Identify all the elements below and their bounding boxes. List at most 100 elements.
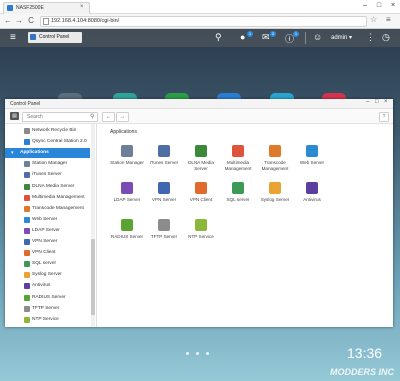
chevron-down-icon[interactable]: ▾ <box>11 150 14 156</box>
syslog-server-icon <box>269 182 281 194</box>
sql-server-icon <box>232 182 244 194</box>
page-dot[interactable] <box>206 352 209 355</box>
sidebar-item-transcode-management[interactable]: Transcode Management <box>5 204 90 214</box>
sidebar-item-web-server[interactable]: Web Server <box>5 215 90 225</box>
app-transcode-management[interactable]: Transcode Management <box>255 145 295 175</box>
tab-close-icon[interactable]: × <box>80 4 84 10</box>
taskbar-control-panel[interactable]: Control Panel <box>28 32 82 43</box>
back-button[interactable]: ← <box>3 15 13 27</box>
app-label: Station Manager <box>110 160 144 165</box>
app-label: Web Server <box>299 160 325 165</box>
control-panel-window: Control Panel – □ × ▤ ⚲ ← → ? Network Re… <box>5 99 393 327</box>
background-tasks-icon[interactable]: ● <box>240 32 245 42</box>
app-itunes-server[interactable]: iTunes Server <box>144 145 184 175</box>
minimize-button[interactable]: – <box>358 0 372 12</box>
browser-tab[interactable]: NASF2500E × <box>3 2 90 14</box>
search-box[interactable]: ⚲ <box>22 112 98 122</box>
forward-button[interactable]: → <box>14 15 24 27</box>
close-window-button[interactable]: × <box>386 0 400 12</box>
sidebar-item-radius-server[interactable]: RADIUS Server <box>5 293 90 303</box>
forward-arrow-button[interactable]: → <box>116 112 129 122</box>
url-field[interactable]: 192.168.4.104:8080/cgi-bin/ <box>40 16 367 27</box>
watermark-logo: MODDERS INC <box>330 367 395 377</box>
page-dot[interactable] <box>196 352 199 355</box>
user-avatar-icon[interactable]: ☺ <box>313 32 322 42</box>
ldap-server-icon <box>121 182 133 194</box>
main-menu-icon[interactable]: ≡ <box>10 32 16 43</box>
sidebar-item-syslog-server[interactable]: Syslog Server <box>5 270 90 280</box>
sidebar-item-label: RADIUS Server <box>32 294 66 300</box>
app-label: iTunes Server <box>149 160 179 165</box>
window-maximize-button[interactable]: □ <box>375 99 379 105</box>
app-vpn-server[interactable]: VPN Server <box>144 182 184 212</box>
sidebar-item-vpn-client[interactable]: VPN Client <box>5 248 90 258</box>
clock-time: 13:36 <box>347 345 383 361</box>
control-panel-titlebar[interactable]: Control Panel – □ × <box>5 99 393 109</box>
sidebar-item-antivirus[interactable]: Antivirus <box>5 281 90 291</box>
sidebar-item-label: Web Server <box>32 216 58 222</box>
window-minimize-button[interactable]: – <box>366 99 369 105</box>
sidebar-item-itunes-server[interactable]: iTunes Server <box>5 170 90 180</box>
bookmark-star-icon[interactable]: ☆ <box>370 15 377 24</box>
app-label: VPN Client <box>189 197 213 202</box>
sidebar-item-label: LDAP Server <box>32 227 60 233</box>
ldap-server-icon <box>24 227 30 234</box>
notifications-icon[interactable]: ✉ <box>262 32 270 43</box>
app-ldap-server[interactable]: LDAP Server <box>107 182 147 212</box>
app-web-server[interactable]: Web Server <box>292 145 332 175</box>
dashboard-icon[interactable]: ◷ <box>382 32 390 43</box>
search-input[interactable] <box>27 114 87 120</box>
more-options-icon[interactable]: ⋮ <box>366 32 375 43</box>
app-label: DLNA Media Server <box>188 160 214 171</box>
info-badge: 1 <box>293 31 299 37</box>
app-sql-server[interactable]: SQL server <box>218 182 258 212</box>
web-server-icon <box>306 145 318 157</box>
sidebar-item-qsync-central-station-2-0[interactable]: Qsync Central Station 2.0 <box>5 137 90 147</box>
app-ntp-service[interactable]: NTP Service <box>181 219 221 249</box>
sidebar-item-ntp-service[interactable]: NTP Service <box>5 315 90 325</box>
sidebar-item-multimedia-management[interactable]: Multimedia Management <box>5 193 90 203</box>
reload-button[interactable]: C <box>26 15 36 27</box>
search-icon[interactable]: ⚲ <box>215 32 222 43</box>
app-multimedia-management[interactable]: Multimedia Management <box>218 145 258 175</box>
multimedia-management-icon <box>24 194 30 201</box>
browser-menu-icon[interactable]: ≡ <box>386 15 391 24</box>
sidebar-item-vpn-server[interactable]: VPN Server <box>5 237 90 247</box>
qts-topbar: ≡ Control Panel ⚲ ● 1 ✉ 2 ⓘ 1 ☺ admin ▾ … <box>0 29 400 47</box>
vpn-client-icon <box>195 182 207 194</box>
app-label: TFTP Server <box>150 234 178 239</box>
vpn-server-icon <box>158 182 170 194</box>
app-syslog-server[interactable]: Syslog Server <box>255 182 295 212</box>
favicon-icon <box>7 5 13 11</box>
tab-title: NASF2500E <box>16 5 44 11</box>
app-station-manager[interactable]: Station Manager <box>107 145 147 175</box>
page-indicator[interactable] <box>186 351 216 357</box>
app-dlna-media-server[interactable]: DLNA Media Server <box>181 145 221 175</box>
user-menu[interactable]: admin ▾ <box>331 34 352 41</box>
sidebar-item-station-manager[interactable]: Station Manager <box>5 159 90 169</box>
multimedia-management-icon <box>232 145 244 157</box>
web-server-icon <box>24 216 30 223</box>
app-tftp-server[interactable]: TFTP Server <box>144 219 184 249</box>
sidebar-item-dlna-media-server[interactable]: DLNA Media Server <box>5 182 90 192</box>
home-icon[interactable]: ▤ <box>10 112 19 120</box>
search-icon[interactable]: ⚲ <box>90 113 94 120</box>
sidebar-item-label: SQL server <box>32 261 57 267</box>
sidebar-item-ldap-server[interactable]: LDAP Server <box>5 226 90 236</box>
dlna-media-server-icon <box>24 183 30 190</box>
page-dot[interactable] <box>186 352 189 355</box>
sidebar-item-sql-server[interactable]: SQL server <box>5 259 90 269</box>
app-vpn-client[interactable]: VPN Client <box>181 182 221 212</box>
sidebar-item-label: TFTP Server <box>32 305 60 311</box>
maximize-button[interactable]: □ <box>372 0 386 12</box>
sidebar-section-applications[interactable]: ▾ Applications <box>5 148 90 159</box>
help-button[interactable]: ? <box>379 112 389 122</box>
radius-server-icon <box>121 219 133 231</box>
sidebar-item-network-recycle-bin[interactable]: Network Recycle Bin <box>5 126 90 136</box>
back-arrow-button[interactable]: ← <box>102 112 115 122</box>
app-radius-server[interactable]: RADIUS Server <box>107 219 147 249</box>
window-close-button[interactable]: × <box>384 99 388 105</box>
sidebar-item-tftp-server[interactable]: TFTP Server <box>5 304 90 314</box>
sidebar-scrollbar-thumb[interactable] <box>91 239 95 315</box>
app-antivirus[interactable]: Antivirus <box>292 182 332 212</box>
